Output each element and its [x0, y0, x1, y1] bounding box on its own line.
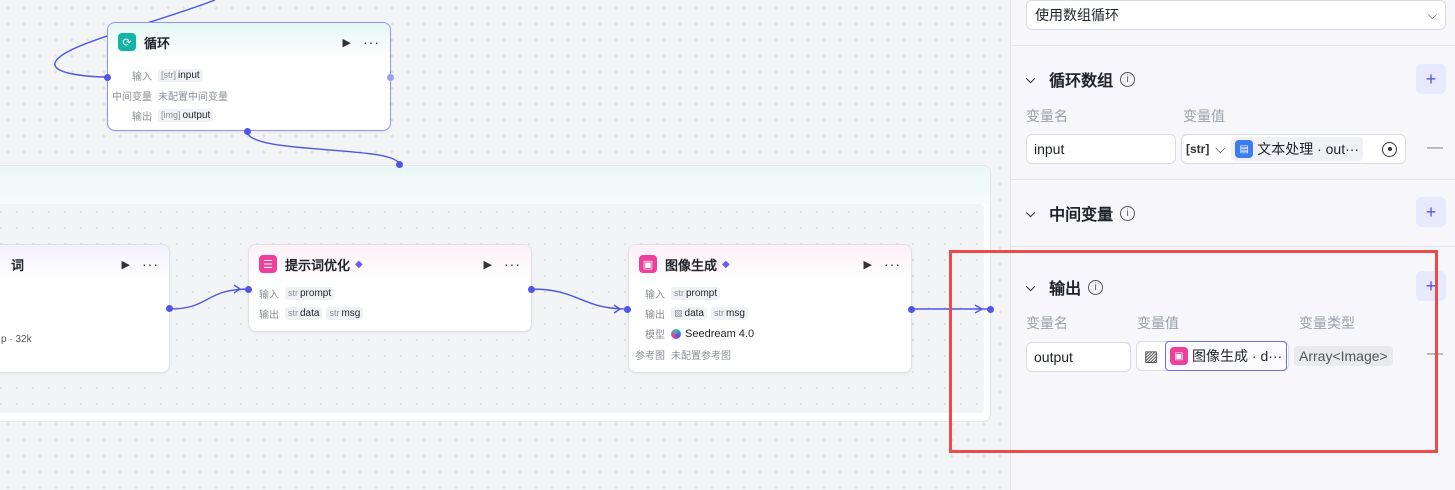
row-label: 输出	[259, 309, 279, 321]
col-label-name: 变量名	[1026, 108, 1068, 124]
loop-type-select[interactable]: 使用数组循环 ⌵	[1026, 0, 1446, 30]
loop-node[interactable]: ⟳ 循环 ▶ ··· 输入 [str] input 中间变量 未配置中间变量 输出…	[107, 22, 391, 131]
row-label: 输出	[645, 309, 665, 321]
middle-vars-header[interactable]: ⌵ 中间变量 i	[1026, 201, 1136, 225]
middle-vars-title: 中间变量	[1049, 207, 1114, 224]
prompt-output-port[interactable]	[528, 286, 535, 293]
run-node-button[interactable]: ▶	[122, 258, 130, 271]
loop-body-start-port[interactable]	[396, 161, 403, 168]
loop-array-value-ref[interactable]: [str] ⌵ ▤ 文本处理 · out···	[1181, 134, 1406, 164]
type-prefix-icon: [str]	[1186, 142, 1210, 156]
info-icon[interactable]: i	[1120, 205, 1136, 221]
info-icon[interactable]: i	[1120, 71, 1136, 87]
prompt-input-port[interactable]	[245, 286, 252, 293]
prompt-node-title: 提示词优化	[285, 257, 351, 273]
row-label: 参考图	[635, 351, 665, 362]
loop-body-port[interactable]	[244, 128, 251, 135]
run-node-button[interactable]: ▶	[864, 258, 872, 271]
loop-type-value: 使用数组循环	[1035, 7, 1119, 23]
run-node-button[interactable]: ▶	[343, 36, 351, 49]
collapse-caret-icon[interactable]: ⌵	[1026, 72, 1035, 87]
more-options-icon[interactable]: ···	[142, 257, 159, 271]
more-options-icon[interactable]: ···	[363, 35, 380, 49]
highlight-box	[949, 250, 1438, 453]
list-icon: ☰	[259, 255, 277, 273]
ref-image-empty-text: 未配置参考图	[671, 351, 731, 362]
output-chip: str msg	[326, 306, 364, 320]
loop-array-title: 循环数组	[1049, 73, 1114, 90]
ref-text: 文本处理 · out···	[1257, 141, 1360, 157]
output-chip: str data	[285, 306, 323, 320]
col-label-value: 变量值	[1183, 108, 1225, 124]
row-label: 输入	[259, 289, 279, 301]
remove-row-button[interactable]: —	[1427, 139, 1443, 157]
collapse-caret-icon[interactable]: ⌵	[1026, 206, 1035, 221]
row-label: 中间变量	[112, 91, 152, 103]
loop-array-var-name-input[interactable]: input	[1026, 134, 1176, 164]
loop-output-port-right[interactable]	[387, 74, 394, 81]
loop-node-title: 循环	[144, 35, 171, 51]
premium-badge-icon: ◆	[355, 258, 363, 270]
target-icon[interactable]	[1382, 141, 1397, 157]
add-middle-var-button[interactable]: +	[1416, 197, 1446, 227]
chevron-down-icon: ⌵	[1215, 141, 1226, 156]
output-chip: str msg	[710, 306, 748, 320]
input-chip: str prompt	[285, 286, 335, 300]
type-select[interactable]: [str] ⌵	[1186, 141, 1231, 157]
llm-node[interactable]: 词 ▶ ··· p · 32k	[0, 244, 170, 373]
output-chip: ▨ data	[671, 306, 707, 320]
add-loop-array-button[interactable]: +	[1416, 64, 1446, 94]
image-icon: ▣	[639, 255, 657, 273]
output-chip: [img] output	[158, 108, 214, 122]
divider	[1011, 45, 1455, 46]
input-chip: [str] input	[158, 68, 203, 82]
more-options-icon[interactable]: ···	[504, 257, 521, 271]
loop-icon: ⟳	[118, 33, 136, 51]
premium-badge-icon: ◆	[722, 258, 730, 270]
more-options-icon[interactable]: ···	[884, 257, 901, 271]
loop-body-header	[0, 166, 990, 204]
run-node-button[interactable]: ▶	[484, 258, 492, 271]
llm-output-port[interactable]	[166, 305, 173, 312]
model-name: Seedream 4.0	[685, 327, 755, 340]
divider	[1011, 246, 1455, 247]
chevron-down-icon: ⌵	[1427, 7, 1437, 22]
ref-tag[interactable]: ▤ 文本处理 · out···	[1231, 137, 1364, 161]
row-label: 模型	[645, 330, 665, 341]
image-output-port[interactable]	[908, 306, 915, 313]
row-label: 输入	[645, 289, 665, 301]
seedream-icon	[671, 328, 681, 339]
text-process-icon: ▤	[1235, 140, 1254, 158]
image-input-port[interactable]	[624, 306, 631, 313]
loop-array-header[interactable]: ⌵ 循环数组 i	[1026, 67, 1136, 91]
image-node-title: 图像生成	[665, 257, 718, 273]
row-label: 输入	[132, 71, 152, 83]
workflow-canvas[interactable]: ⟳ 循环 ▶ ··· 输入 [str] input 中间变量 未配置中间变量 输出…	[0, 0, 1010, 490]
divider	[1011, 179, 1455, 180]
model-meta: p · 32k	[1, 334, 32, 345]
loop-input-port[interactable]	[104, 74, 111, 81]
middle-var-empty-text: 未配置中间变量	[158, 91, 228, 103]
prompt-optimize-node[interactable]: ☰ 提示词优化 ◆ ▶ ··· 输入 str prompt 输出 str data …	[248, 244, 532, 332]
row-label: 输出	[132, 111, 152, 123]
image-generate-node[interactable]: ▣ 图像生成 ◆ ▶ ··· 输入 str prompt 输出 ▨ data str…	[628, 244, 912, 373]
input-chip: str prompt	[671, 286, 721, 300]
llm-node-title: 词	[11, 257, 25, 273]
